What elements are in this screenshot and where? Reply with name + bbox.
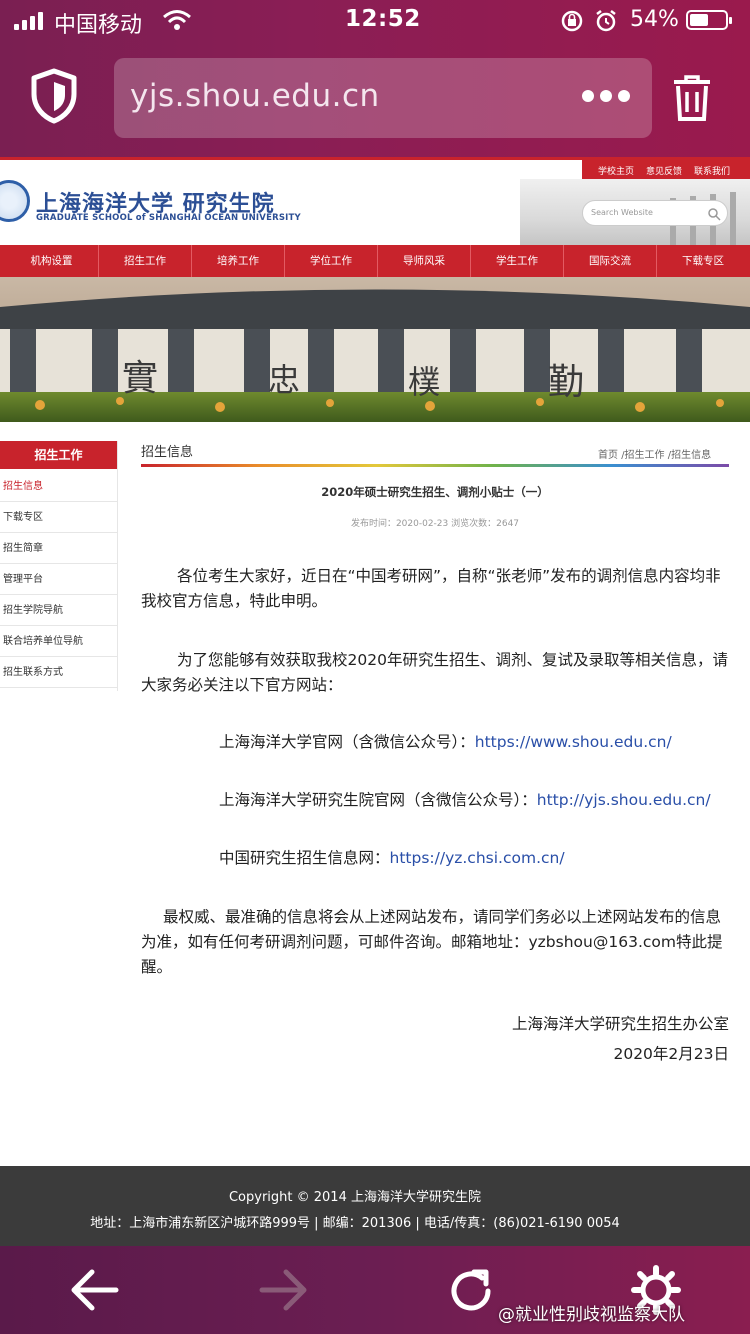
sidebar-item-downloads[interactable]: 下载专区 bbox=[0, 502, 117, 533]
paragraph-3b: 为准，如有任何考研调剂问题，可邮件咨询。邮箱地址：yzbshou@163.com… bbox=[141, 933, 723, 951]
site3-label: 中国研究生招生信息网： bbox=[219, 849, 390, 867]
link-contact[interactable]: 联系我们 bbox=[694, 164, 730, 177]
clock-time: 12:52 bbox=[345, 6, 421, 32]
banner-char-3: 樸 bbox=[408, 363, 441, 401]
site-line-3: 中国研究生招生信息网：https://yz.chsi.com.cn/ bbox=[219, 846, 565, 871]
paragraph-3c: 醒。 bbox=[141, 958, 173, 976]
sidebar-heading: 招生工作 bbox=[0, 441, 117, 469]
nav-item-international[interactable]: 国际交流 bbox=[563, 245, 656, 277]
nav-item-admissions[interactable]: 招生工作 bbox=[98, 245, 191, 277]
shield-icon[interactable] bbox=[28, 68, 80, 128]
nav-item-training[interactable]: 培养工作 bbox=[191, 245, 284, 277]
banner-char-1: 實 bbox=[122, 358, 159, 399]
article-meta: 发布时间：2020-02-23 浏览次数：2647 bbox=[350, 519, 520, 529]
banner-char-2: 忠 bbox=[268, 361, 301, 399]
footer-address: 地址：上海市浦东新区沪城环路999号 | 邮编：201306 | 电话/传真：(… bbox=[90, 1216, 620, 1231]
site1-label: 上海海洋大学官网（含微信公众号）： bbox=[219, 733, 475, 751]
site2-label: 上海海洋大学研究生院官网（含微信公众号）： bbox=[219, 791, 537, 809]
link-school-home[interactable]: 学校主页 bbox=[598, 164, 634, 177]
status-bar: 中国移动 12:52 54% bbox=[0, 0, 750, 42]
main-nav: 机构设置 招生工作 培养工作 学位工作 导师风采 学生工作 国际交流 下载专区 bbox=[0, 245, 750, 277]
site2-link[interactable]: http://yjs.shou.edu.cn/ bbox=[537, 791, 711, 809]
signal-icon bbox=[14, 12, 50, 30]
site-search-input[interactable]: Search Website bbox=[582, 200, 728, 226]
sidebar-divider bbox=[117, 441, 118, 691]
rainbow-divider bbox=[141, 464, 729, 467]
paragraph-1b: 我校官方信息，特此申明。 bbox=[141, 592, 328, 610]
breadcrumb-home[interactable]: 首页 bbox=[598, 450, 618, 461]
nav-item-advisors[interactable]: 导师风采 bbox=[377, 245, 470, 277]
forward-arrow-icon[interactable] bbox=[256, 1266, 310, 1318]
logo-title-en: GRADUATE SCHOOL of SHANGHAI OCEAN UNIVER… bbox=[36, 213, 301, 223]
site-header: 上海海洋大学 研究生院 GRADUATE SCHOOL of SHANGHAI … bbox=[0, 157, 750, 248]
nav-item-departments[interactable]: 机构设置 bbox=[5, 245, 98, 277]
signature-org: 上海海洋大学研究生招生办公室 bbox=[511, 1015, 729, 1033]
breadcrumb-info[interactable]: /招生信息 bbox=[668, 450, 711, 461]
sidebar-item-management[interactable]: 管理平台 bbox=[0, 564, 117, 595]
reload-icon[interactable] bbox=[444, 1264, 498, 1322]
nav-item-students[interactable]: 学生工作 bbox=[470, 245, 563, 277]
breadcrumb: 首页 /招生工作 /招生信息 bbox=[598, 446, 711, 461]
site-footer: Copyright © 2014 上海海洋大学研究生院 地址：上海市浦东新区沪城… bbox=[0, 1166, 750, 1246]
sidebar-item-partner-nav[interactable]: 联合培养单位导航 bbox=[0, 626, 117, 657]
carrier-name: 中国移动 bbox=[54, 13, 143, 38]
nav-item-degree[interactable]: 学位工作 bbox=[284, 245, 377, 277]
battery-icon bbox=[686, 10, 732, 30]
paragraph-2: 为了您能够有效获取我校2020年研究生招生、调剂、复试及录取等相关信息，请 bbox=[177, 651, 728, 669]
breadcrumb-admissions[interactable]: /招生工作 bbox=[621, 450, 664, 461]
site-line-2: 上海海洋大学研究生院官网（含微信公众号）：http://yjs.shou.edu… bbox=[219, 788, 711, 813]
address-bar[interactable]: yjs.shou.edu.cn bbox=[114, 58, 652, 138]
sidebar-item-college-nav[interactable]: 招生学院导航 bbox=[0, 595, 117, 626]
sidebar-item-brochure[interactable]: 招生简章 bbox=[0, 533, 117, 564]
search-placeholder: Search Website bbox=[591, 208, 653, 217]
orientation-lock-icon bbox=[560, 9, 584, 39]
paragraph-3: 最权威、最准确的信息将会从上述网站发布，请同学们务必以上述网站发布的信息 bbox=[163, 908, 722, 926]
site1-link[interactable]: https://www.shou.edu.cn/ bbox=[475, 733, 672, 751]
nav-item-downloads[interactable]: 下载专区 bbox=[656, 245, 749, 277]
campus-banner-image: 實 忠 樸 勤 bbox=[0, 277, 750, 422]
search-icon[interactable] bbox=[707, 206, 721, 225]
footer-copyright: Copyright © 2014 上海海洋大学研究生院 bbox=[228, 1190, 481, 1205]
article-title: 2020年硕士研究生招生、调剂小贴士（一） bbox=[321, 485, 549, 499]
url-text[interactable]: yjs.shou.edu.cn bbox=[130, 78, 380, 114]
paragraph-1: 各位考生大家好，近日在“中国考研网”，自称“张老师”发布的调剂信息内容均非 bbox=[177, 567, 721, 585]
site3-link[interactable]: https://yz.chsi.com.cn/ bbox=[390, 849, 565, 867]
alarm-icon bbox=[594, 9, 618, 39]
trash-icon[interactable] bbox=[670, 74, 714, 126]
top-links-bar: 学校主页 意见反馈 联系我们 bbox=[582, 160, 750, 179]
link-feedback[interactable]: 意见反馈 bbox=[646, 164, 682, 177]
battery-percent: 54% bbox=[630, 7, 679, 32]
section-title: 招生信息 bbox=[141, 445, 194, 460]
weibo-watermark: @就业性别歧视监察大队 bbox=[498, 1305, 685, 1325]
sidebar-item-contact[interactable]: 招生联系方式 bbox=[0, 657, 117, 688]
back-arrow-icon[interactable] bbox=[68, 1266, 122, 1318]
signature-date: 2020年2月23日 bbox=[613, 1045, 729, 1063]
banner-char-4: 勤 bbox=[548, 362, 585, 403]
site-line-1: 上海海洋大学官网（含微信公众号）：https://www.shou.edu.cn… bbox=[219, 730, 672, 755]
paragraph-2b: 大家务必关注以下官方网站： bbox=[141, 676, 343, 694]
university-seal-icon bbox=[0, 180, 30, 222]
sidebar-item-admission-info[interactable]: 招生信息 bbox=[0, 471, 117, 502]
wifi-icon bbox=[162, 9, 192, 37]
